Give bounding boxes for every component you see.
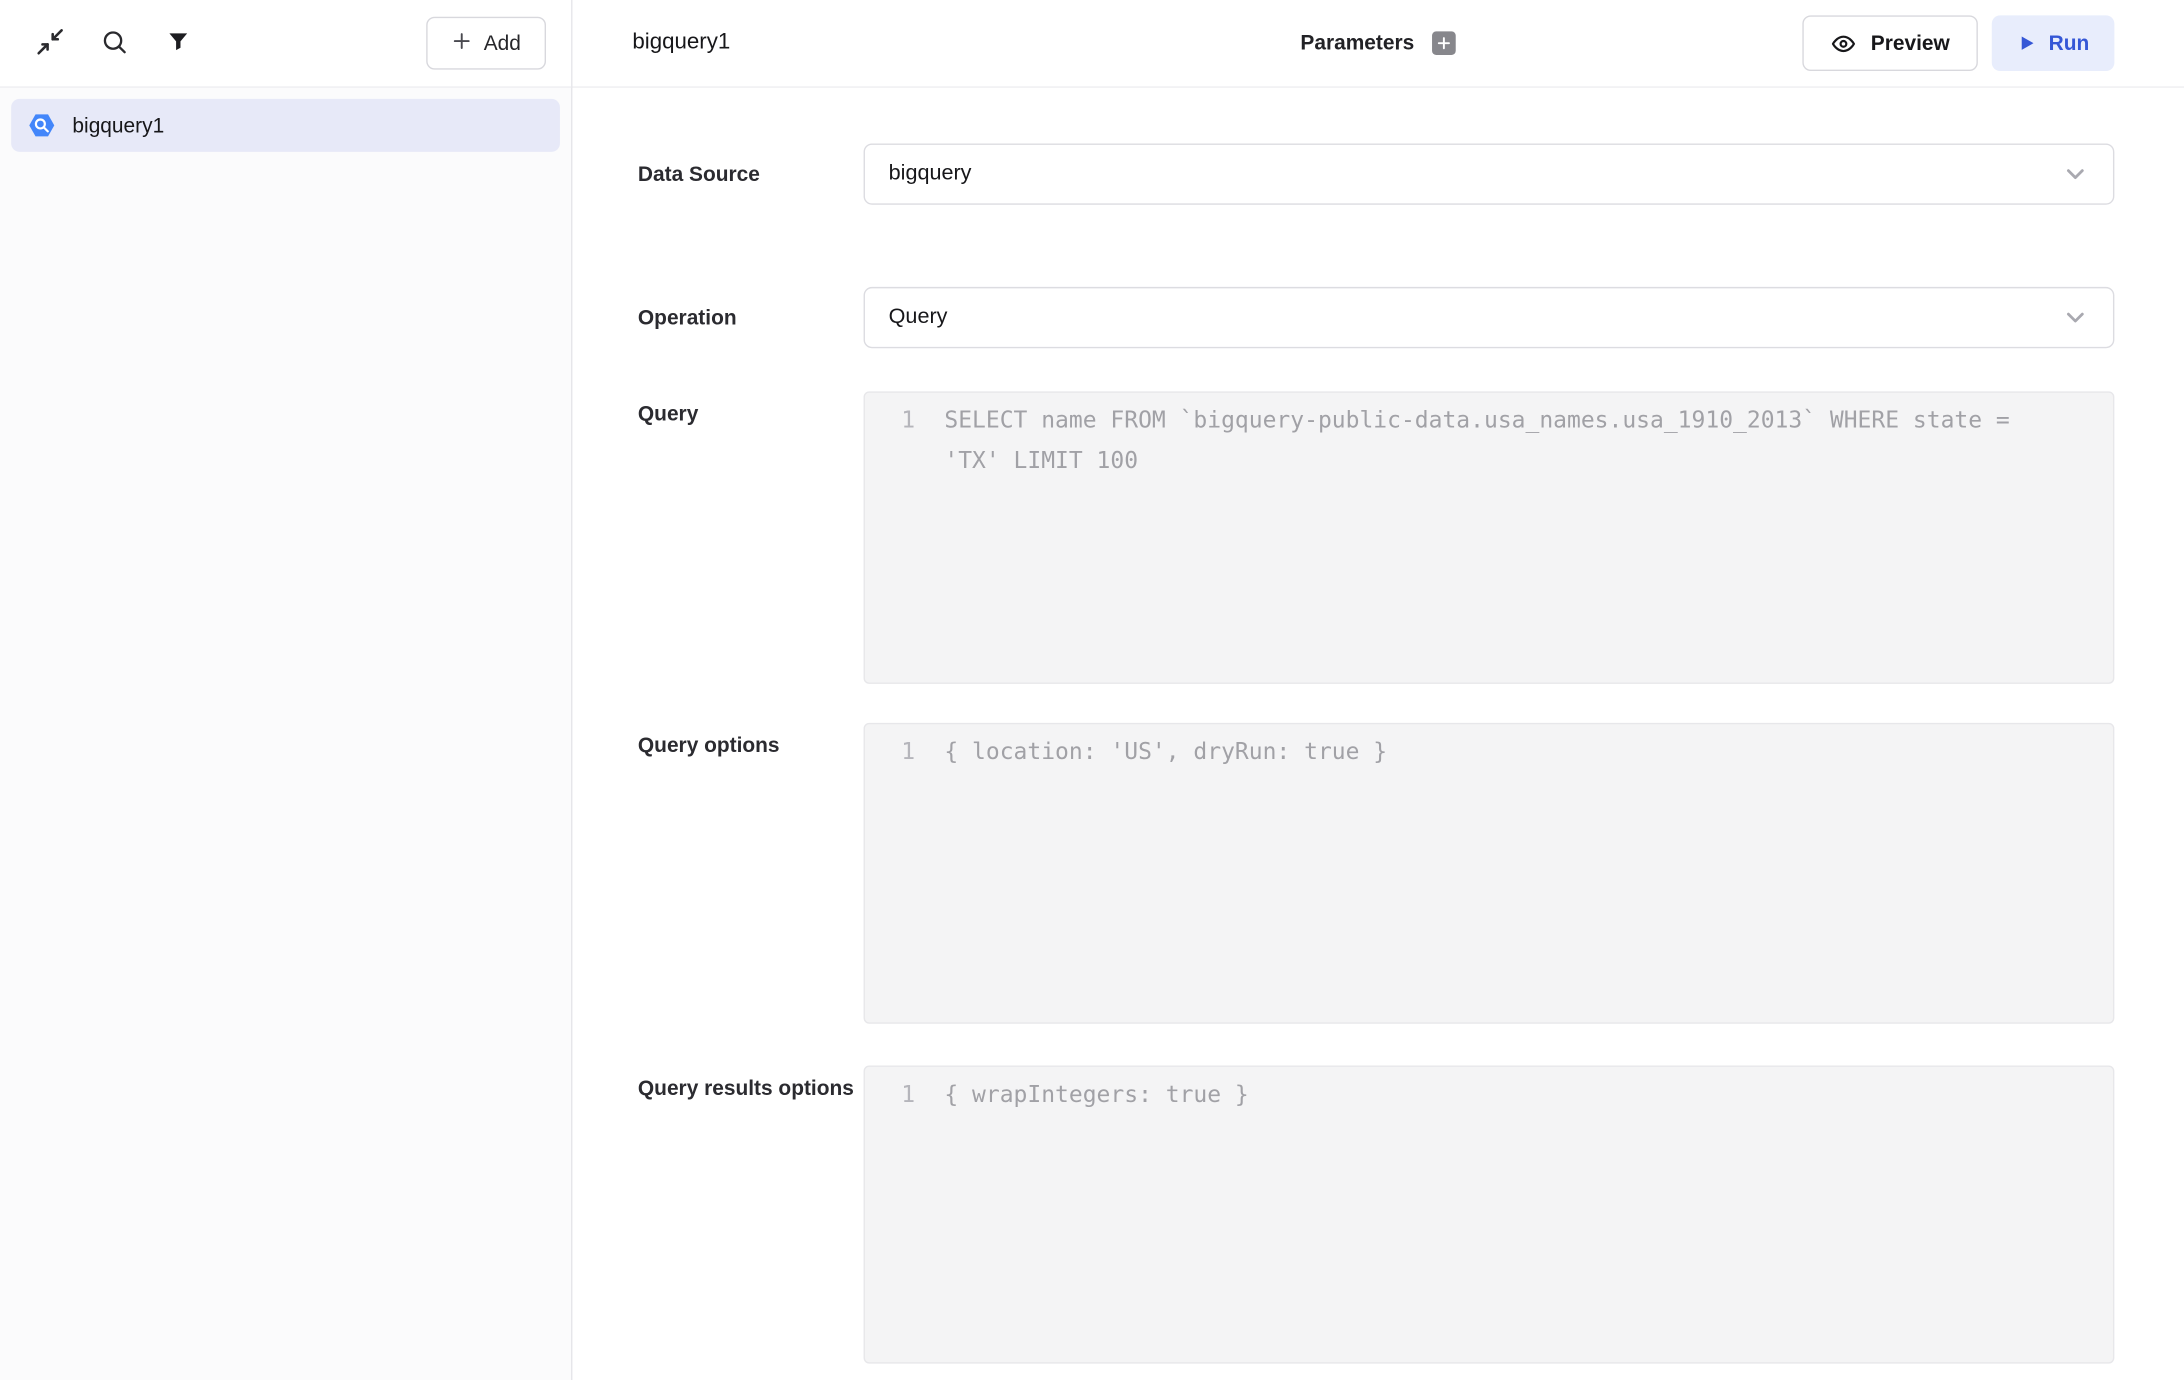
run-button-label: Run: [2049, 31, 2090, 55]
eye-icon: [1830, 30, 1856, 56]
add-query-button[interactable]: Add: [427, 17, 546, 70]
preview-button[interactable]: Preview: [1803, 15, 1978, 71]
operation-label: Operation: [638, 297, 864, 337]
data-source-row: Data Source bigquery: [638, 143, 2114, 204]
operation-row: Operation Query: [638, 287, 2114, 348]
operation-select[interactable]: Query: [864, 287, 2115, 348]
query-editor-app: Add bigquery1 bigquery1 Parameters: [0, 0, 2184, 1380]
chevron-down-icon: [2061, 160, 2089, 188]
query-results-options-editor[interactable]: 1 { wrapIntegers: true }: [864, 1066, 2115, 1364]
page-title: bigquery1: [632, 31, 730, 56]
line-number: 1: [865, 400, 921, 440]
query-results-options-row: Query results options 1 { wrapIntegers: …: [638, 1066, 2114, 1364]
sidebar-toolbar: Add: [0, 0, 571, 88]
query-detail-panel: bigquery1 Parameters: [572, 0, 2184, 1380]
data-source-label: Data Source: [638, 154, 864, 194]
header-actions: Preview Run: [1803, 15, 2115, 71]
filter-funnel-icon: [166, 29, 191, 58]
filter-button[interactable]: [162, 26, 195, 59]
query-results-options-placeholder: { wrapIntegers: true }: [921, 1074, 2113, 1114]
plus-icon: [1437, 36, 1452, 51]
query-options-editor[interactable]: 1 { location: 'US', dryRun: true }: [864, 723, 2115, 1024]
query-list: bigquery1: [0, 88, 571, 1380]
query-sidebar: Add bigquery1: [0, 0, 572, 1380]
query-row: Query 1 SELECT name FROM `bigquery-publi…: [638, 391, 2114, 683]
query-list-item-label: bigquery1: [72, 114, 164, 138]
search-button[interactable]: [97, 26, 130, 59]
data-source-select[interactable]: bigquery: [864, 143, 2115, 204]
query-list-item-bigquery1[interactable]: bigquery1: [11, 99, 560, 152]
bigquery-icon: [26, 110, 57, 141]
operation-value: Query: [889, 305, 948, 330]
search-icon: [100, 27, 128, 59]
plus-icon: [452, 30, 473, 56]
query-label: Query: [638, 391, 864, 434]
query-results-options-label: Query results options: [638, 1066, 864, 1109]
query-code-editor[interactable]: 1 SELECT name FROM `bigquery-public-data…: [864, 391, 2115, 683]
line-number: 1: [865, 731, 921, 771]
add-query-button-label: Add: [484, 31, 521, 55]
query-options-row: Query options 1 { location: 'US', dryRun…: [638, 723, 2114, 1024]
query-options-placeholder: { location: 'US', dryRun: true }: [921, 731, 2113, 771]
play-icon: [2017, 33, 2037, 53]
query-code-placeholder: SELECT name FROM `bigquery-public-data.u…: [921, 400, 2113, 481]
parameters-group: Parameters: [1300, 31, 1456, 55]
query-options-label: Query options: [638, 723, 864, 766]
collapse-diagonal-icon: [35, 26, 66, 61]
data-source-value: bigquery: [889, 162, 972, 187]
query-header: bigquery1 Parameters: [572, 0, 2184, 88]
run-button[interactable]: Run: [1992, 15, 2115, 71]
preview-button-label: Preview: [1871, 31, 1950, 55]
line-number: 1: [865, 1074, 921, 1114]
chevron-down-icon: [2061, 304, 2089, 332]
query-form: Data Source bigquery Operation: [572, 88, 2184, 1380]
collapse-panel-button[interactable]: [33, 26, 66, 59]
parameters-label: Parameters: [1300, 31, 1414, 55]
add-parameter-button[interactable]: [1432, 31, 1456, 55]
